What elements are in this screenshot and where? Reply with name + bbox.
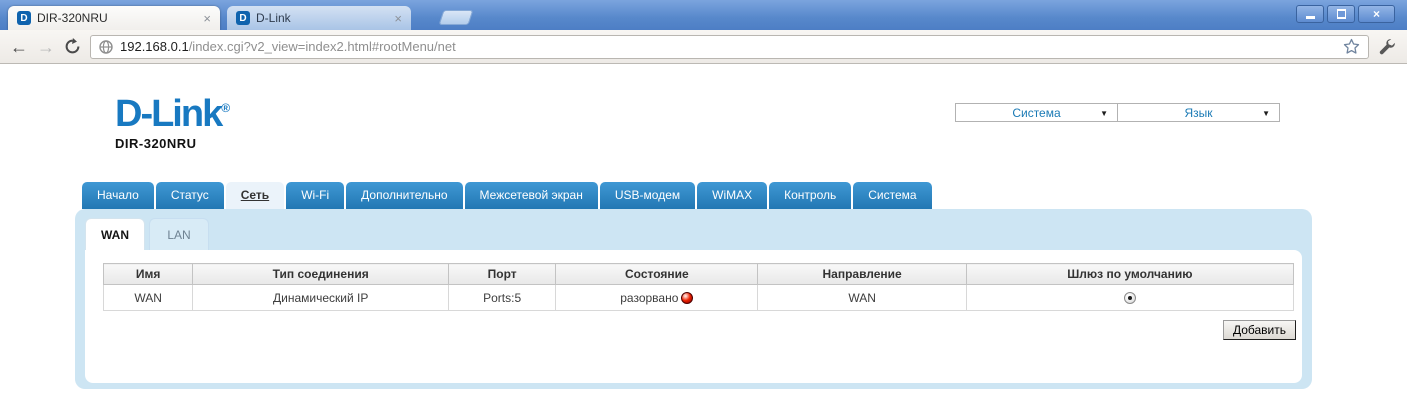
tab-nachalo[interactable]: Начало bbox=[82, 182, 154, 209]
col-default-gateway: Шлюз по умолчанию bbox=[966, 264, 1293, 285]
col-direction: Направление bbox=[758, 264, 966, 285]
network-panel: WAN LAN Имя Тип соединения Порт Состояни… bbox=[75, 209, 1312, 389]
back-icon[interactable]: ← bbox=[10, 38, 28, 56]
tab-close-icon[interactable]: × bbox=[203, 12, 211, 25]
col-state: Состояние bbox=[556, 264, 758, 285]
cell-direction: WAN bbox=[758, 285, 966, 311]
cell-state: разорвано bbox=[556, 285, 758, 311]
dlink-favicon-icon: D bbox=[17, 11, 31, 25]
router-admin-page: D-Link® DIR-320NRU Система ▼ Язык ▼ Нача… bbox=[0, 65, 1407, 405]
browser-tab-dir320nru[interactable]: D DIR-320NRU × bbox=[8, 6, 220, 30]
cell-port: Ports:5 bbox=[449, 285, 556, 311]
col-port: Порт bbox=[449, 264, 556, 285]
restore-icon bbox=[1337, 10, 1346, 18]
cell-default-gateway bbox=[966, 285, 1293, 311]
url-host: 192.168.0.1 bbox=[120, 39, 189, 54]
tab-sistema[interactable]: Система bbox=[853, 182, 931, 209]
tab-wimax[interactable]: WiMAX bbox=[697, 182, 767, 209]
tab-wifi[interactable]: Wi-Fi bbox=[286, 182, 344, 209]
menu-system-label: Система bbox=[1012, 106, 1060, 120]
dlink-logo: D-Link® DIR-320NRU bbox=[115, 95, 230, 151]
tab-wan[interactable]: WAN bbox=[85, 218, 145, 251]
minimize-icon bbox=[1306, 16, 1315, 19]
col-name: Имя bbox=[104, 264, 193, 285]
table-row[interactable]: WAN Динамический IP Ports:5 разорвано WA… bbox=[104, 285, 1294, 311]
menu-language[interactable]: Язык ▼ bbox=[1117, 103, 1280, 122]
url-text[interactable]: 192.168.0.1/index.cgi?v2_view=index2.htm… bbox=[120, 39, 456, 54]
browser-tab-dlink[interactable]: D D-Link × bbox=[227, 6, 411, 30]
chevron-down-icon: ▼ bbox=[1262, 109, 1270, 118]
minimize-button[interactable] bbox=[1296, 5, 1324, 23]
tab-close-icon[interactable]: × bbox=[394, 12, 402, 25]
menu-system[interactable]: Система ▼ bbox=[955, 103, 1118, 122]
wrench-menu-icon[interactable] bbox=[1378, 37, 1397, 56]
tab-status[interactable]: Статус bbox=[156, 182, 224, 209]
new-tab-button[interactable] bbox=[439, 10, 474, 25]
restore-button[interactable] bbox=[1327, 5, 1355, 23]
browser-tab-title: D-Link bbox=[256, 11, 388, 25]
reload-icon[interactable] bbox=[64, 38, 81, 55]
cell-name: WAN bbox=[104, 285, 193, 311]
chevron-down-icon: ▼ bbox=[1100, 109, 1108, 118]
tab-kontrol[interactable]: Контроль bbox=[769, 182, 851, 209]
brand-name: D-Link bbox=[115, 93, 221, 135]
tab-firewall[interactable]: Межсетевой экран bbox=[465, 182, 598, 209]
address-bar[interactable]: 192.168.0.1/index.cgi?v2_view=index2.htm… bbox=[90, 35, 1369, 59]
site-globe-icon bbox=[99, 40, 113, 54]
device-model: DIR-320NRU bbox=[115, 136, 230, 151]
url-path: /index.cgi?v2_view=index2.html#rootMenu/… bbox=[189, 39, 456, 54]
browser-window: { "browser": { "tabs": [ { "title": "DIR… bbox=[0, 0, 1407, 405]
top-menus: Система ▼ Язык ▼ bbox=[955, 103, 1280, 122]
browser-toolbar: ← → 192.168.0.1/index.cgi?v2_view=index2… bbox=[0, 30, 1407, 64]
window-controls: × bbox=[1296, 5, 1395, 23]
col-connection-type: Тип соединения bbox=[193, 264, 449, 285]
table-header-row: Имя Тип соединения Порт Состояние Направ… bbox=[104, 264, 1294, 285]
close-button[interactable]: × bbox=[1358, 5, 1395, 23]
menu-language-label: Язык bbox=[1184, 106, 1212, 120]
registered-mark: ® bbox=[221, 101, 230, 115]
wan-content: Имя Тип соединения Порт Состояние Направ… bbox=[85, 250, 1302, 383]
status-led-red-icon bbox=[681, 292, 693, 304]
tab-lan[interactable]: LAN bbox=[149, 218, 209, 251]
bookmark-star-icon[interactable] bbox=[1343, 38, 1360, 55]
cell-connection-type: Динамический IP bbox=[193, 285, 449, 311]
tab-usb-modem[interactable]: USB-модем bbox=[600, 182, 695, 209]
brand-text: D-Link® bbox=[115, 95, 230, 133]
add-button[interactable]: Добавить bbox=[1223, 320, 1296, 340]
connections-table: Имя Тип соединения Порт Состояние Направ… bbox=[103, 263, 1294, 311]
browser-titlebar: D DIR-320NRU × D D-Link × × bbox=[0, 0, 1407, 30]
dlink-favicon-icon: D bbox=[236, 11, 250, 25]
tab-dopolnitelno[interactable]: Дополнительно bbox=[346, 182, 462, 209]
browser-tab-title: DIR-320NRU bbox=[37, 11, 197, 25]
close-icon: × bbox=[1373, 7, 1380, 21]
main-nav-tabs: Начало Статус Сеть Wi-Fi Дополнительно М… bbox=[82, 182, 932, 209]
default-gateway-radio[interactable] bbox=[1124, 292, 1136, 304]
state-label: разорвано bbox=[620, 291, 678, 305]
forward-icon: → bbox=[37, 38, 55, 56]
tab-set-network[interactable]: Сеть bbox=[226, 182, 284, 209]
sub-tabs: WAN LAN bbox=[85, 218, 209, 251]
